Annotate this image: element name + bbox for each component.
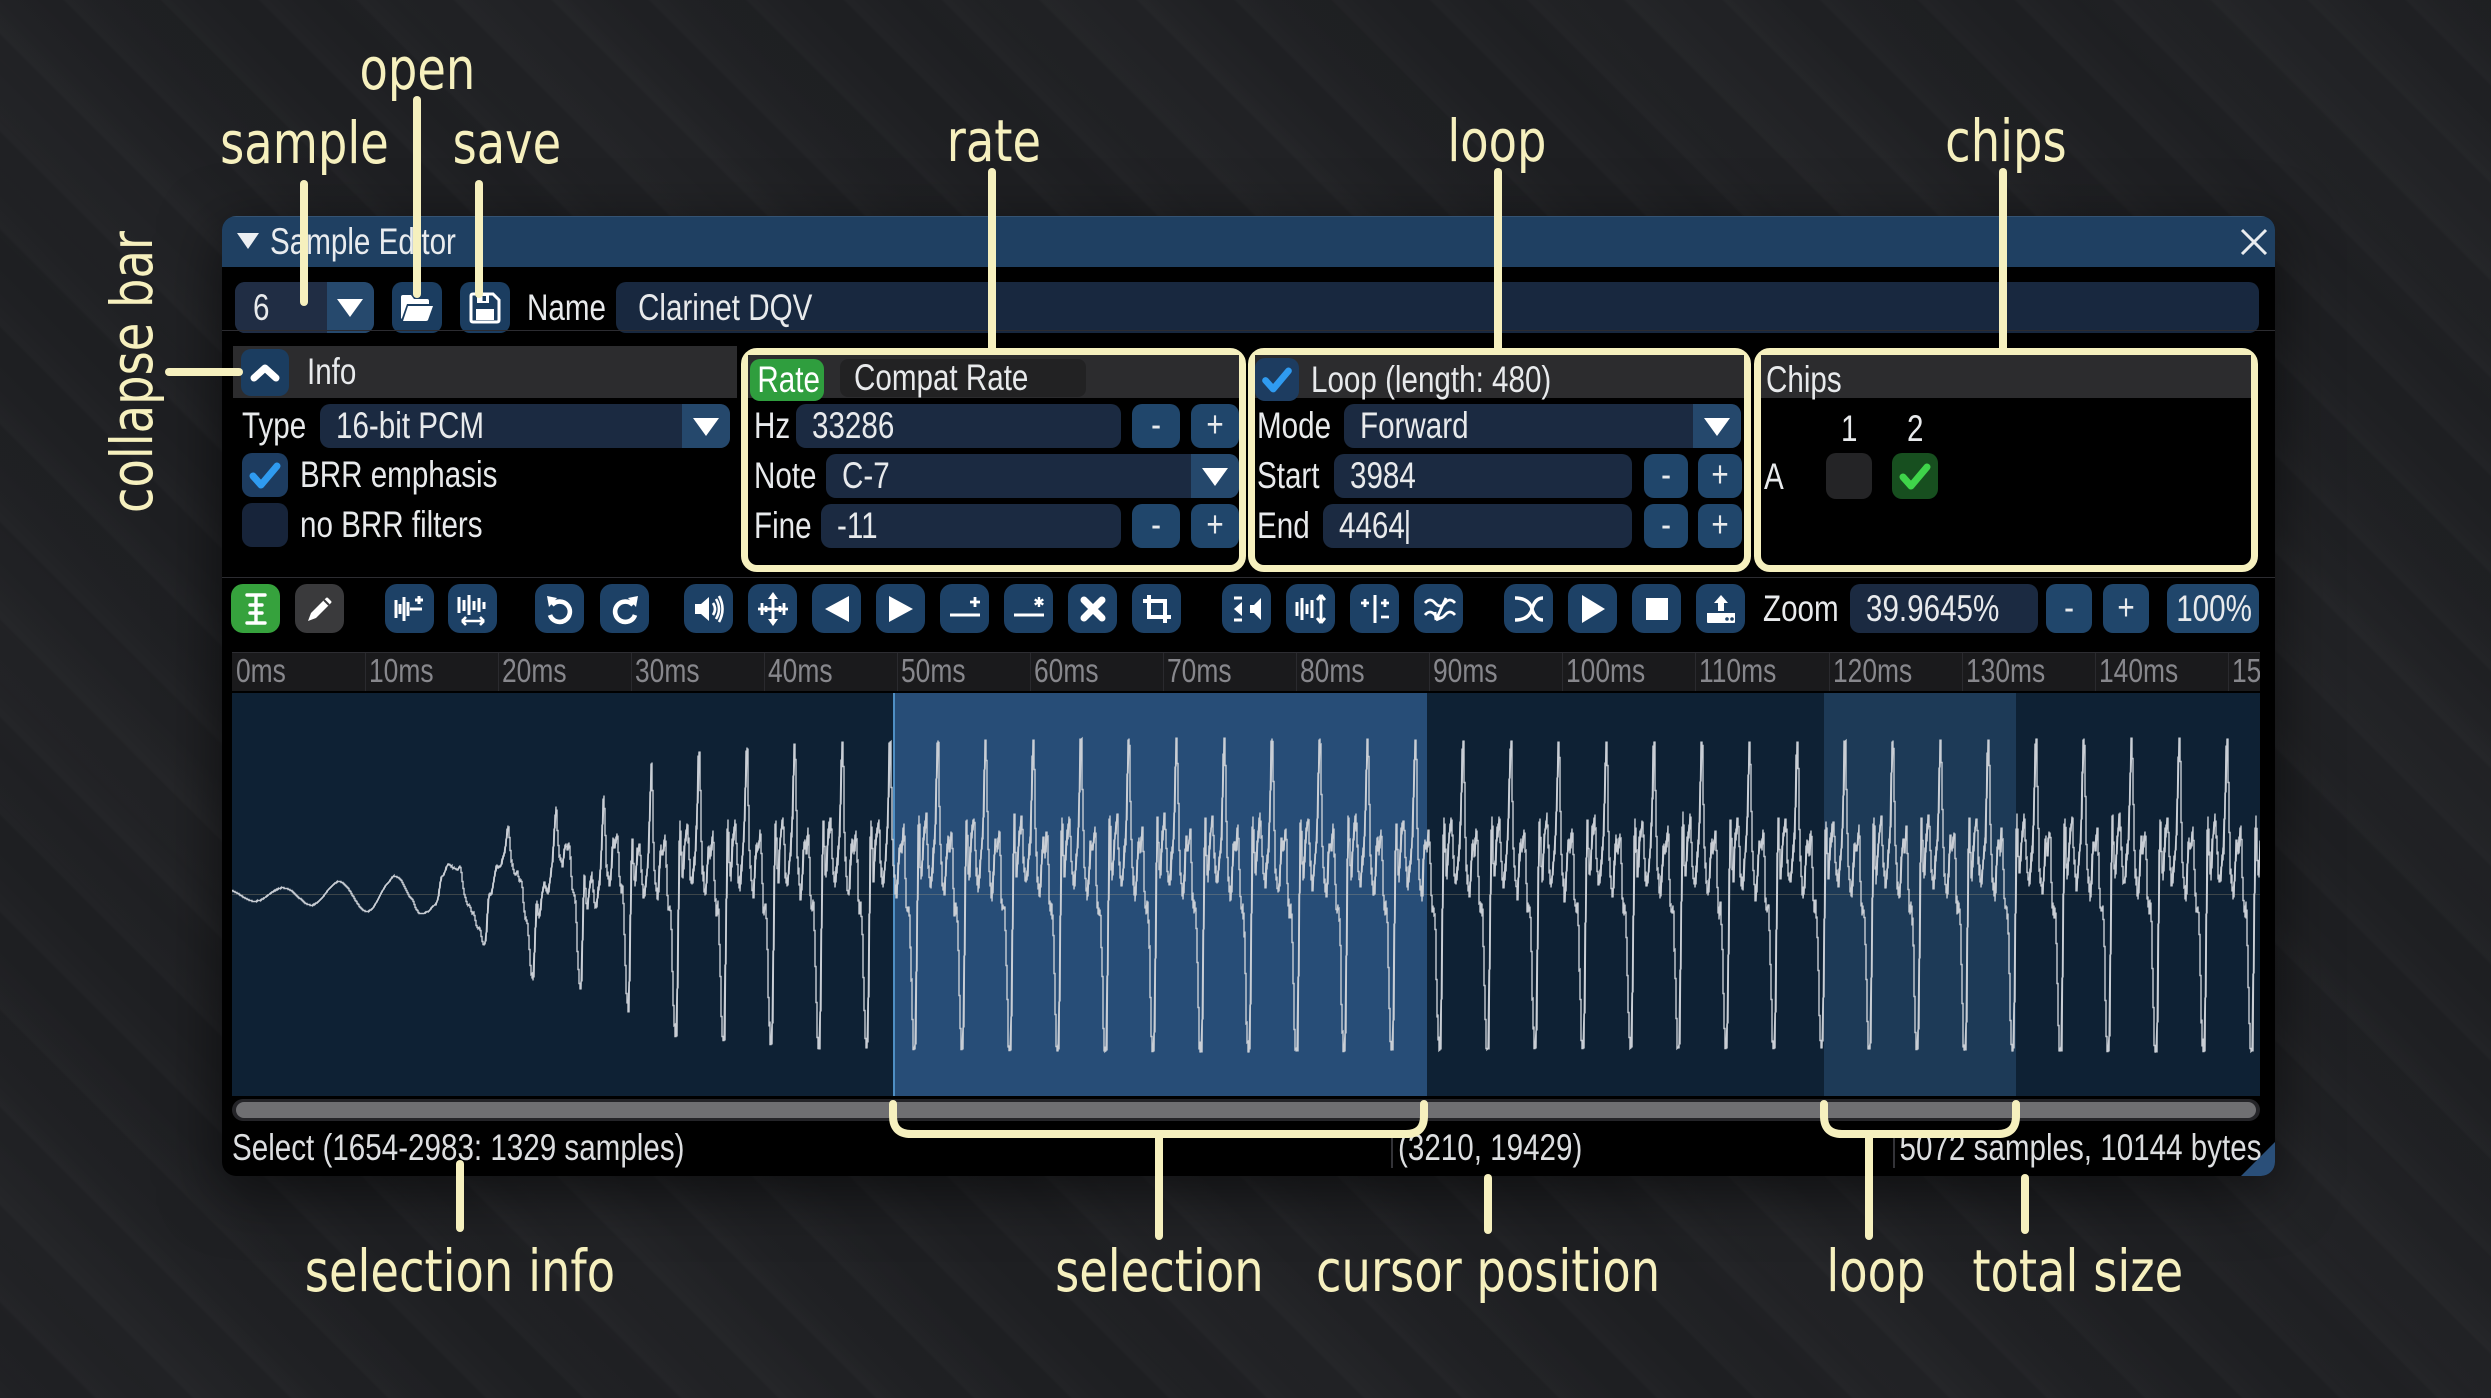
desktop-background: Sample Editor 6 Name Clarinet DQV Info T… — [0, 0, 2491, 1398]
waveform-display[interactable] — [232, 693, 2260, 1096]
waveform-path — [232, 736, 2260, 1054]
